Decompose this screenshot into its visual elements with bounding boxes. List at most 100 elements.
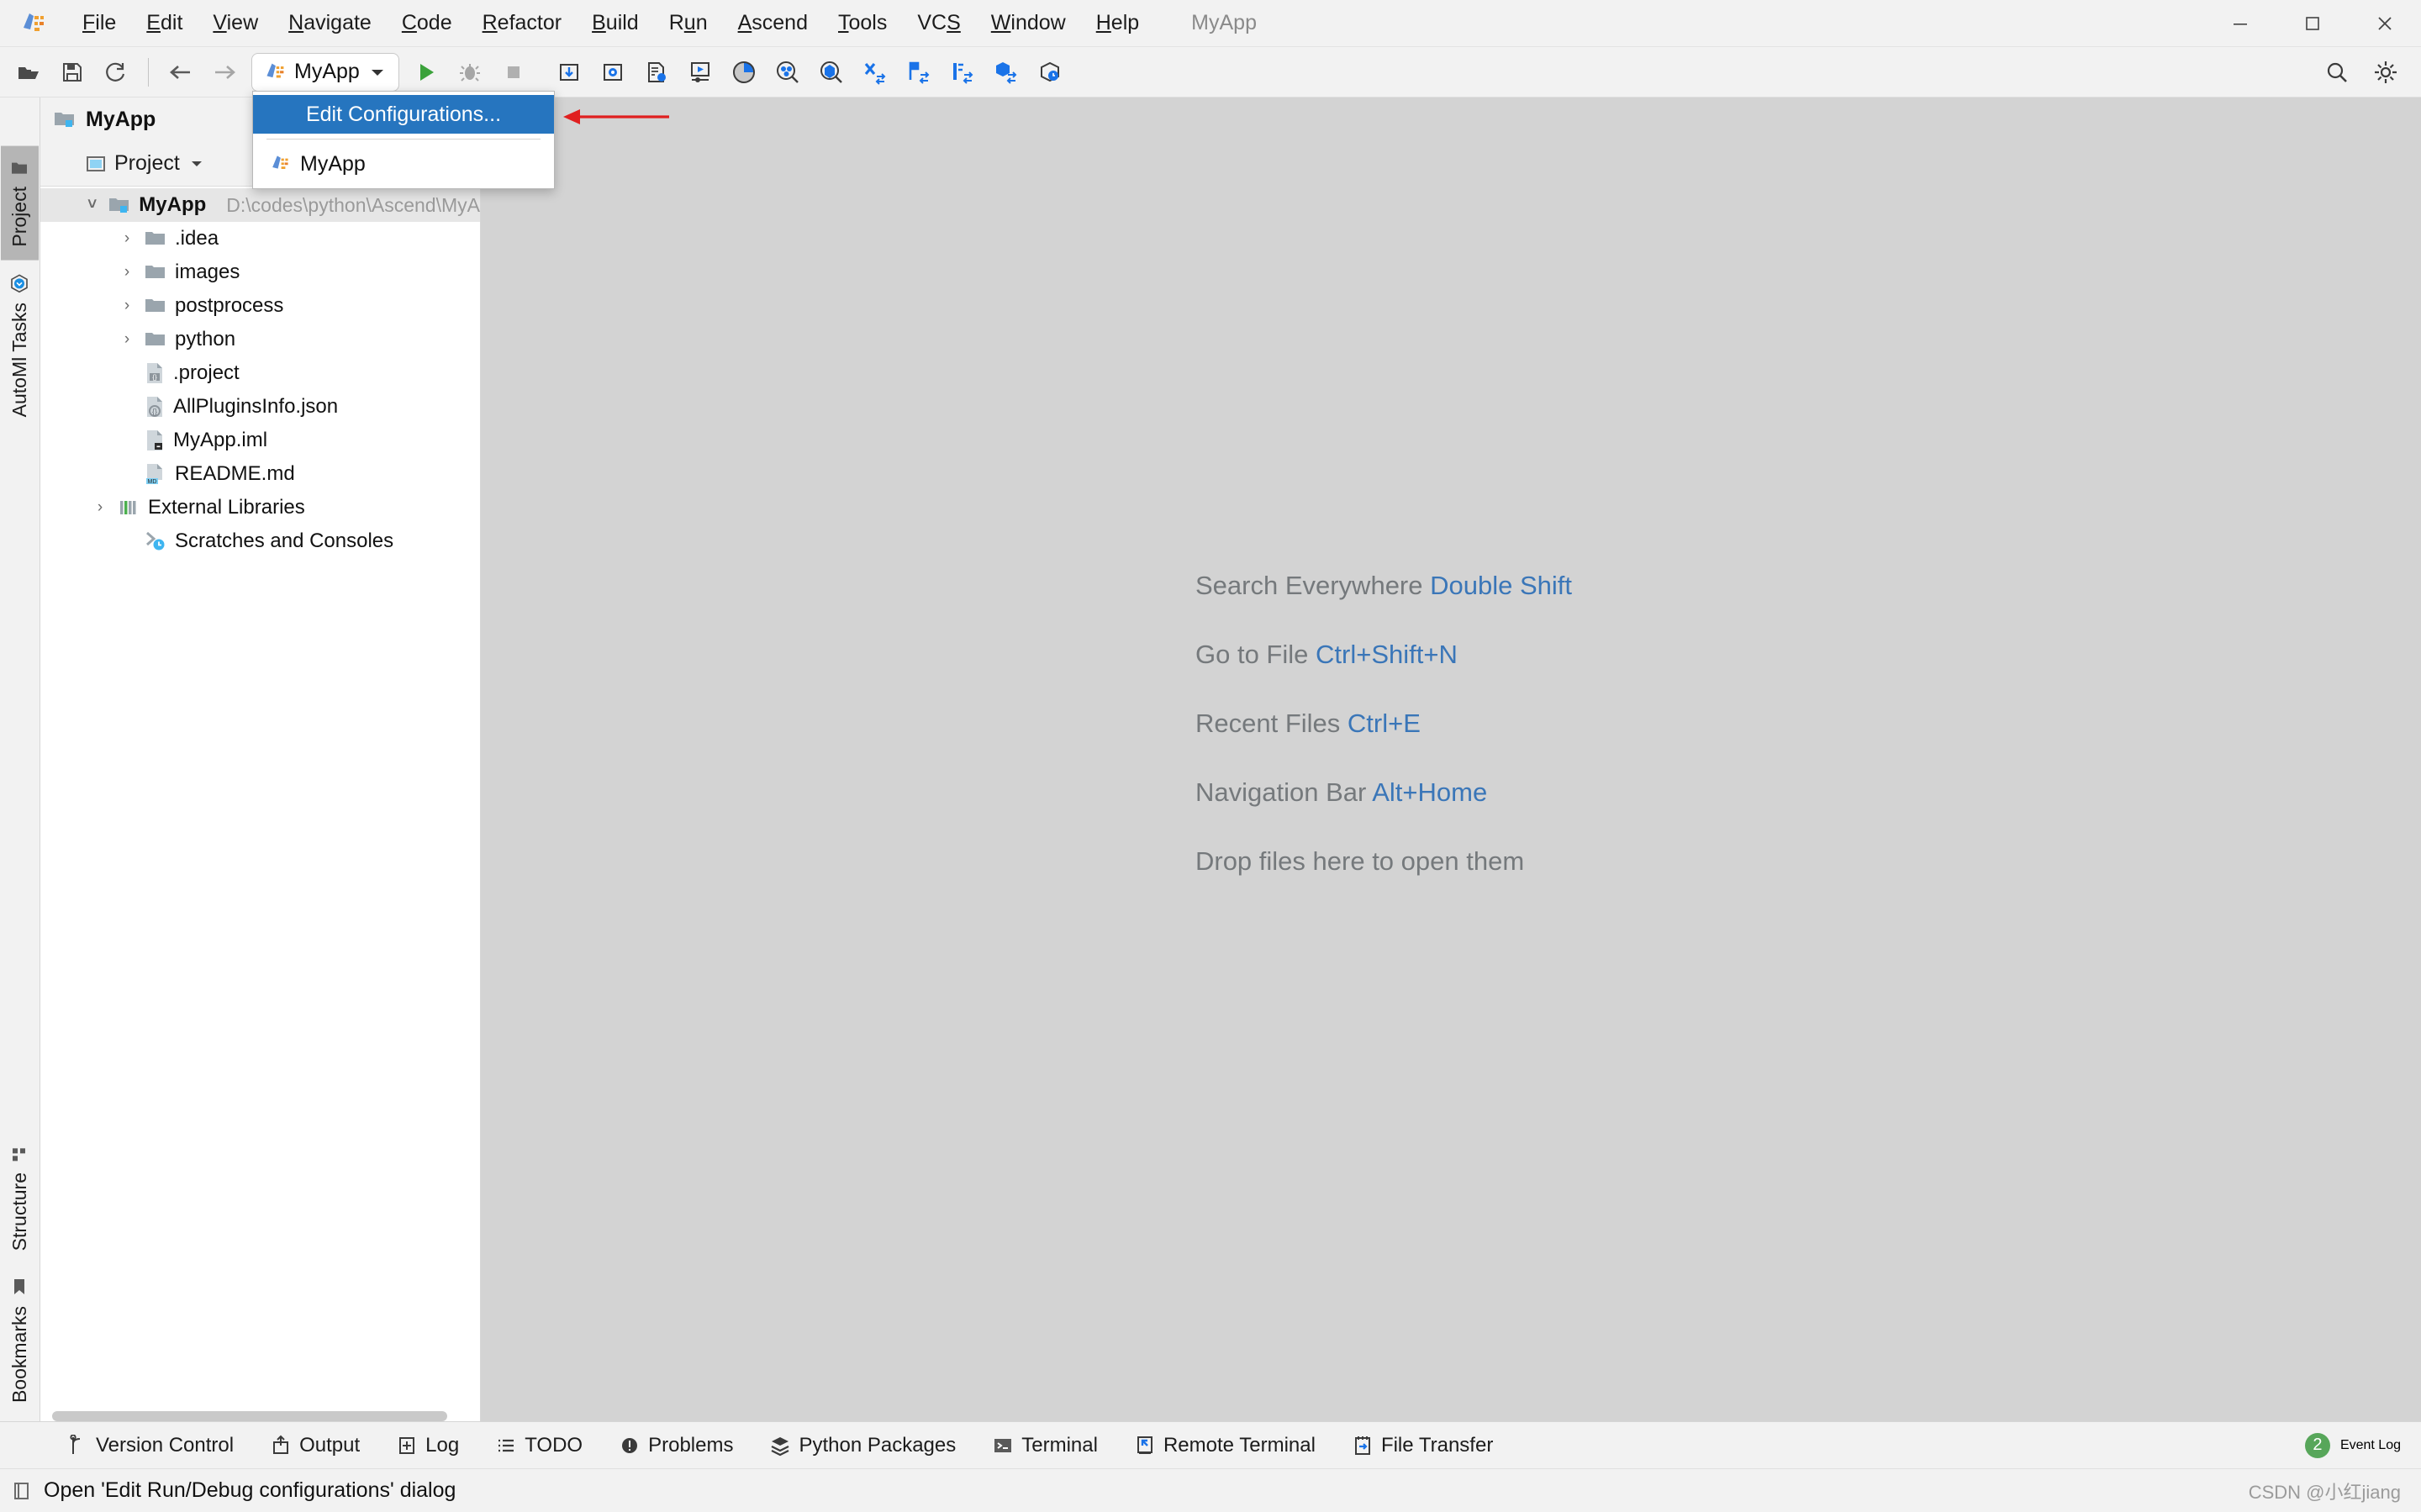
menu-code[interactable]: Code bbox=[387, 8, 467, 39]
sidebar-item-bookmarks[interactable]: Bookmarks bbox=[1, 1264, 39, 1416]
run-board-icon[interactable] bbox=[678, 50, 722, 94]
sync-refresh-icon[interactable] bbox=[94, 50, 138, 94]
event-log-group[interactable]: 2 Event Log bbox=[2304, 1432, 2401, 1458]
tree-row[interactable]: › External Libraries bbox=[40, 491, 480, 524]
tool-window-python-packages[interactable]: Python Packages bbox=[752, 1422, 974, 1469]
chevron-expanded-icon[interactable]: ˅ bbox=[84, 196, 100, 214]
menu-file[interactable]: File bbox=[67, 8, 131, 39]
chevron-down-icon[interactable] bbox=[368, 63, 387, 82]
chevron-right-icon[interactable]: › bbox=[118, 330, 136, 349]
tree-row[interactable]: › .idea bbox=[40, 222, 480, 256]
pie-chart-icon[interactable] bbox=[722, 50, 766, 94]
minimize-button[interactable] bbox=[2204, 0, 2276, 47]
tree-item-label: .idea bbox=[175, 227, 219, 250]
menu-run[interactable]: Run bbox=[654, 8, 723, 39]
tool-window-output[interactable]: Output bbox=[252, 1422, 378, 1469]
menu-navigate[interactable]: Navigate bbox=[273, 8, 387, 39]
tree-row[interactable]: › MD README.md bbox=[40, 457, 480, 491]
compare-flag-icon[interactable] bbox=[897, 50, 941, 94]
tool-window-file-transfer[interactable]: File Transfer bbox=[1334, 1422, 1511, 1469]
tree-row[interactable]: › images bbox=[40, 256, 480, 289]
menu-view[interactable]: View bbox=[198, 8, 273, 39]
close-button[interactable] bbox=[2349, 0, 2421, 47]
stripe-tab-label: Bookmarks bbox=[8, 1305, 30, 1403]
sidebar-item-structure[interactable]: Structure bbox=[1, 1132, 39, 1264]
convert-x-icon[interactable] bbox=[853, 50, 897, 94]
gear-icon[interactable] bbox=[2364, 50, 2408, 94]
tree-item-label: Scratches and Consoles bbox=[175, 529, 394, 552]
chevron-right-icon[interactable]: › bbox=[91, 498, 109, 517]
hint-recent-files: Recent Files Ctrl+E bbox=[1195, 709, 1572, 739]
maximize-button[interactable] bbox=[2276, 0, 2349, 47]
sidebar-item-automl-tasks[interactable]: AutoMl Tasks bbox=[1, 261, 39, 430]
profiling-search-icon[interactable] bbox=[766, 50, 810, 94]
menu-help[interactable]: Help bbox=[1081, 8, 1154, 39]
tree-row[interactable]: › {} .project bbox=[40, 356, 480, 390]
run-configuration-selector[interactable]: MyApp bbox=[251, 52, 399, 92]
svg-text:MD: MD bbox=[148, 479, 157, 485]
tree-item-label: External Libraries bbox=[148, 496, 305, 519]
scratches-icon bbox=[145, 530, 166, 552]
model-search-icon[interactable] bbox=[810, 50, 853, 94]
debug-icon[interactable] bbox=[448, 50, 492, 94]
scrollbar-thumb[interactable] bbox=[52, 1411, 447, 1421]
menu-vcs[interactable]: VCS bbox=[902, 8, 975, 39]
tree-row[interactable]: › Scratches and Consoles bbox=[40, 524, 480, 558]
run-icon[interactable] bbox=[404, 50, 448, 94]
xml-file-icon: {} bbox=[145, 362, 165, 384]
stop-icon[interactable] bbox=[492, 50, 535, 94]
hex-clock-icon[interactable] bbox=[1028, 50, 1072, 94]
tree-row[interactable]: › python bbox=[40, 323, 480, 356]
tool-window-terminal[interactable]: Terminal bbox=[974, 1422, 1116, 1469]
chevron-right-icon[interactable]: › bbox=[118, 229, 136, 248]
tool-window-problems[interactable]: Problems bbox=[601, 1422, 752, 1469]
tool-window-label: Log bbox=[425, 1433, 460, 1457]
config-file-icon[interactable] bbox=[635, 50, 678, 94]
save-all-icon[interactable] bbox=[50, 50, 94, 94]
tool-window-todo[interactable]: TODO bbox=[477, 1422, 601, 1469]
forward-arrow-icon[interactable] bbox=[203, 50, 246, 94]
chevron-right-icon[interactable]: › bbox=[118, 297, 136, 315]
markdown-file-icon: MD bbox=[145, 463, 166, 485]
menu-tools[interactable]: Tools bbox=[823, 8, 902, 39]
menu-edit[interactable]: Edit bbox=[131, 8, 198, 39]
menu-ascend[interactable]: Ascend bbox=[723, 8, 823, 39]
menu-item-myapp[interactable]: MyApp bbox=[253, 145, 554, 183]
settings-package-icon[interactable] bbox=[591, 50, 635, 94]
log-plus-icon bbox=[397, 1435, 417, 1457]
project-view-icon bbox=[86, 154, 106, 174]
menu-item-list: File Edit View Navigate Code Refactor Bu… bbox=[67, 8, 1154, 39]
tool-window-version-control[interactable]: Version Control bbox=[49, 1422, 252, 1469]
chevron-down-icon[interactable] bbox=[188, 155, 205, 172]
search-icon[interactable] bbox=[2315, 50, 2359, 94]
chevron-right-icon[interactable]: › bbox=[118, 263, 136, 282]
download-package-icon[interactable] bbox=[547, 50, 591, 94]
window-controls bbox=[2204, 0, 2421, 47]
menu-build[interactable]: Build bbox=[577, 8, 654, 39]
back-arrow-icon[interactable] bbox=[159, 50, 203, 94]
open-folder-icon[interactable] bbox=[7, 50, 50, 94]
event-log-label: Event Log bbox=[2339, 1437, 2401, 1452]
tool-window-log[interactable]: Log bbox=[378, 1422, 477, 1469]
tree-row[interactable]: › {} AllPluginsInfo.json bbox=[40, 390, 480, 424]
hint-action: Navigation Bar bbox=[1195, 777, 1367, 807]
project-horizontal-scrollbar[interactable] bbox=[40, 1411, 481, 1421]
menu-refactor[interactable]: Refactor bbox=[467, 8, 578, 39]
model-convert-icon[interactable] bbox=[984, 50, 1028, 94]
bottom-tool-window-bar: Version Control Output Log TODO Problems bbox=[0, 1421, 2421, 1468]
compare-bar-icon[interactable] bbox=[941, 50, 984, 94]
remote-terminal-icon bbox=[1135, 1435, 1155, 1457]
menu-item-edit-configurations[interactable]: Edit Configurations... bbox=[253, 95, 554, 134]
tree-row[interactable]: › MyApp.iml bbox=[40, 424, 480, 457]
tree-item-label: MyApp bbox=[139, 193, 207, 216]
sidebar-item-project[interactable]: Project bbox=[1, 146, 39, 261]
svg-text:{}: {} bbox=[152, 408, 157, 416]
menu-window[interactable]: Window bbox=[976, 8, 1081, 39]
tool-window-remote-terminal[interactable]: Remote Terminal bbox=[1116, 1422, 1334, 1469]
tree-row[interactable]: ˅ MyApp D:\codes\python\Ascend\MyA bbox=[40, 188, 480, 222]
problems-icon bbox=[620, 1435, 640, 1457]
hint-action: Drop files here to open them bbox=[1195, 846, 1525, 876]
todo-list-icon bbox=[496, 1435, 516, 1457]
stripe-tab-label: Structure bbox=[8, 1172, 30, 1251]
tree-row[interactable]: › postprocess bbox=[40, 289, 480, 323]
